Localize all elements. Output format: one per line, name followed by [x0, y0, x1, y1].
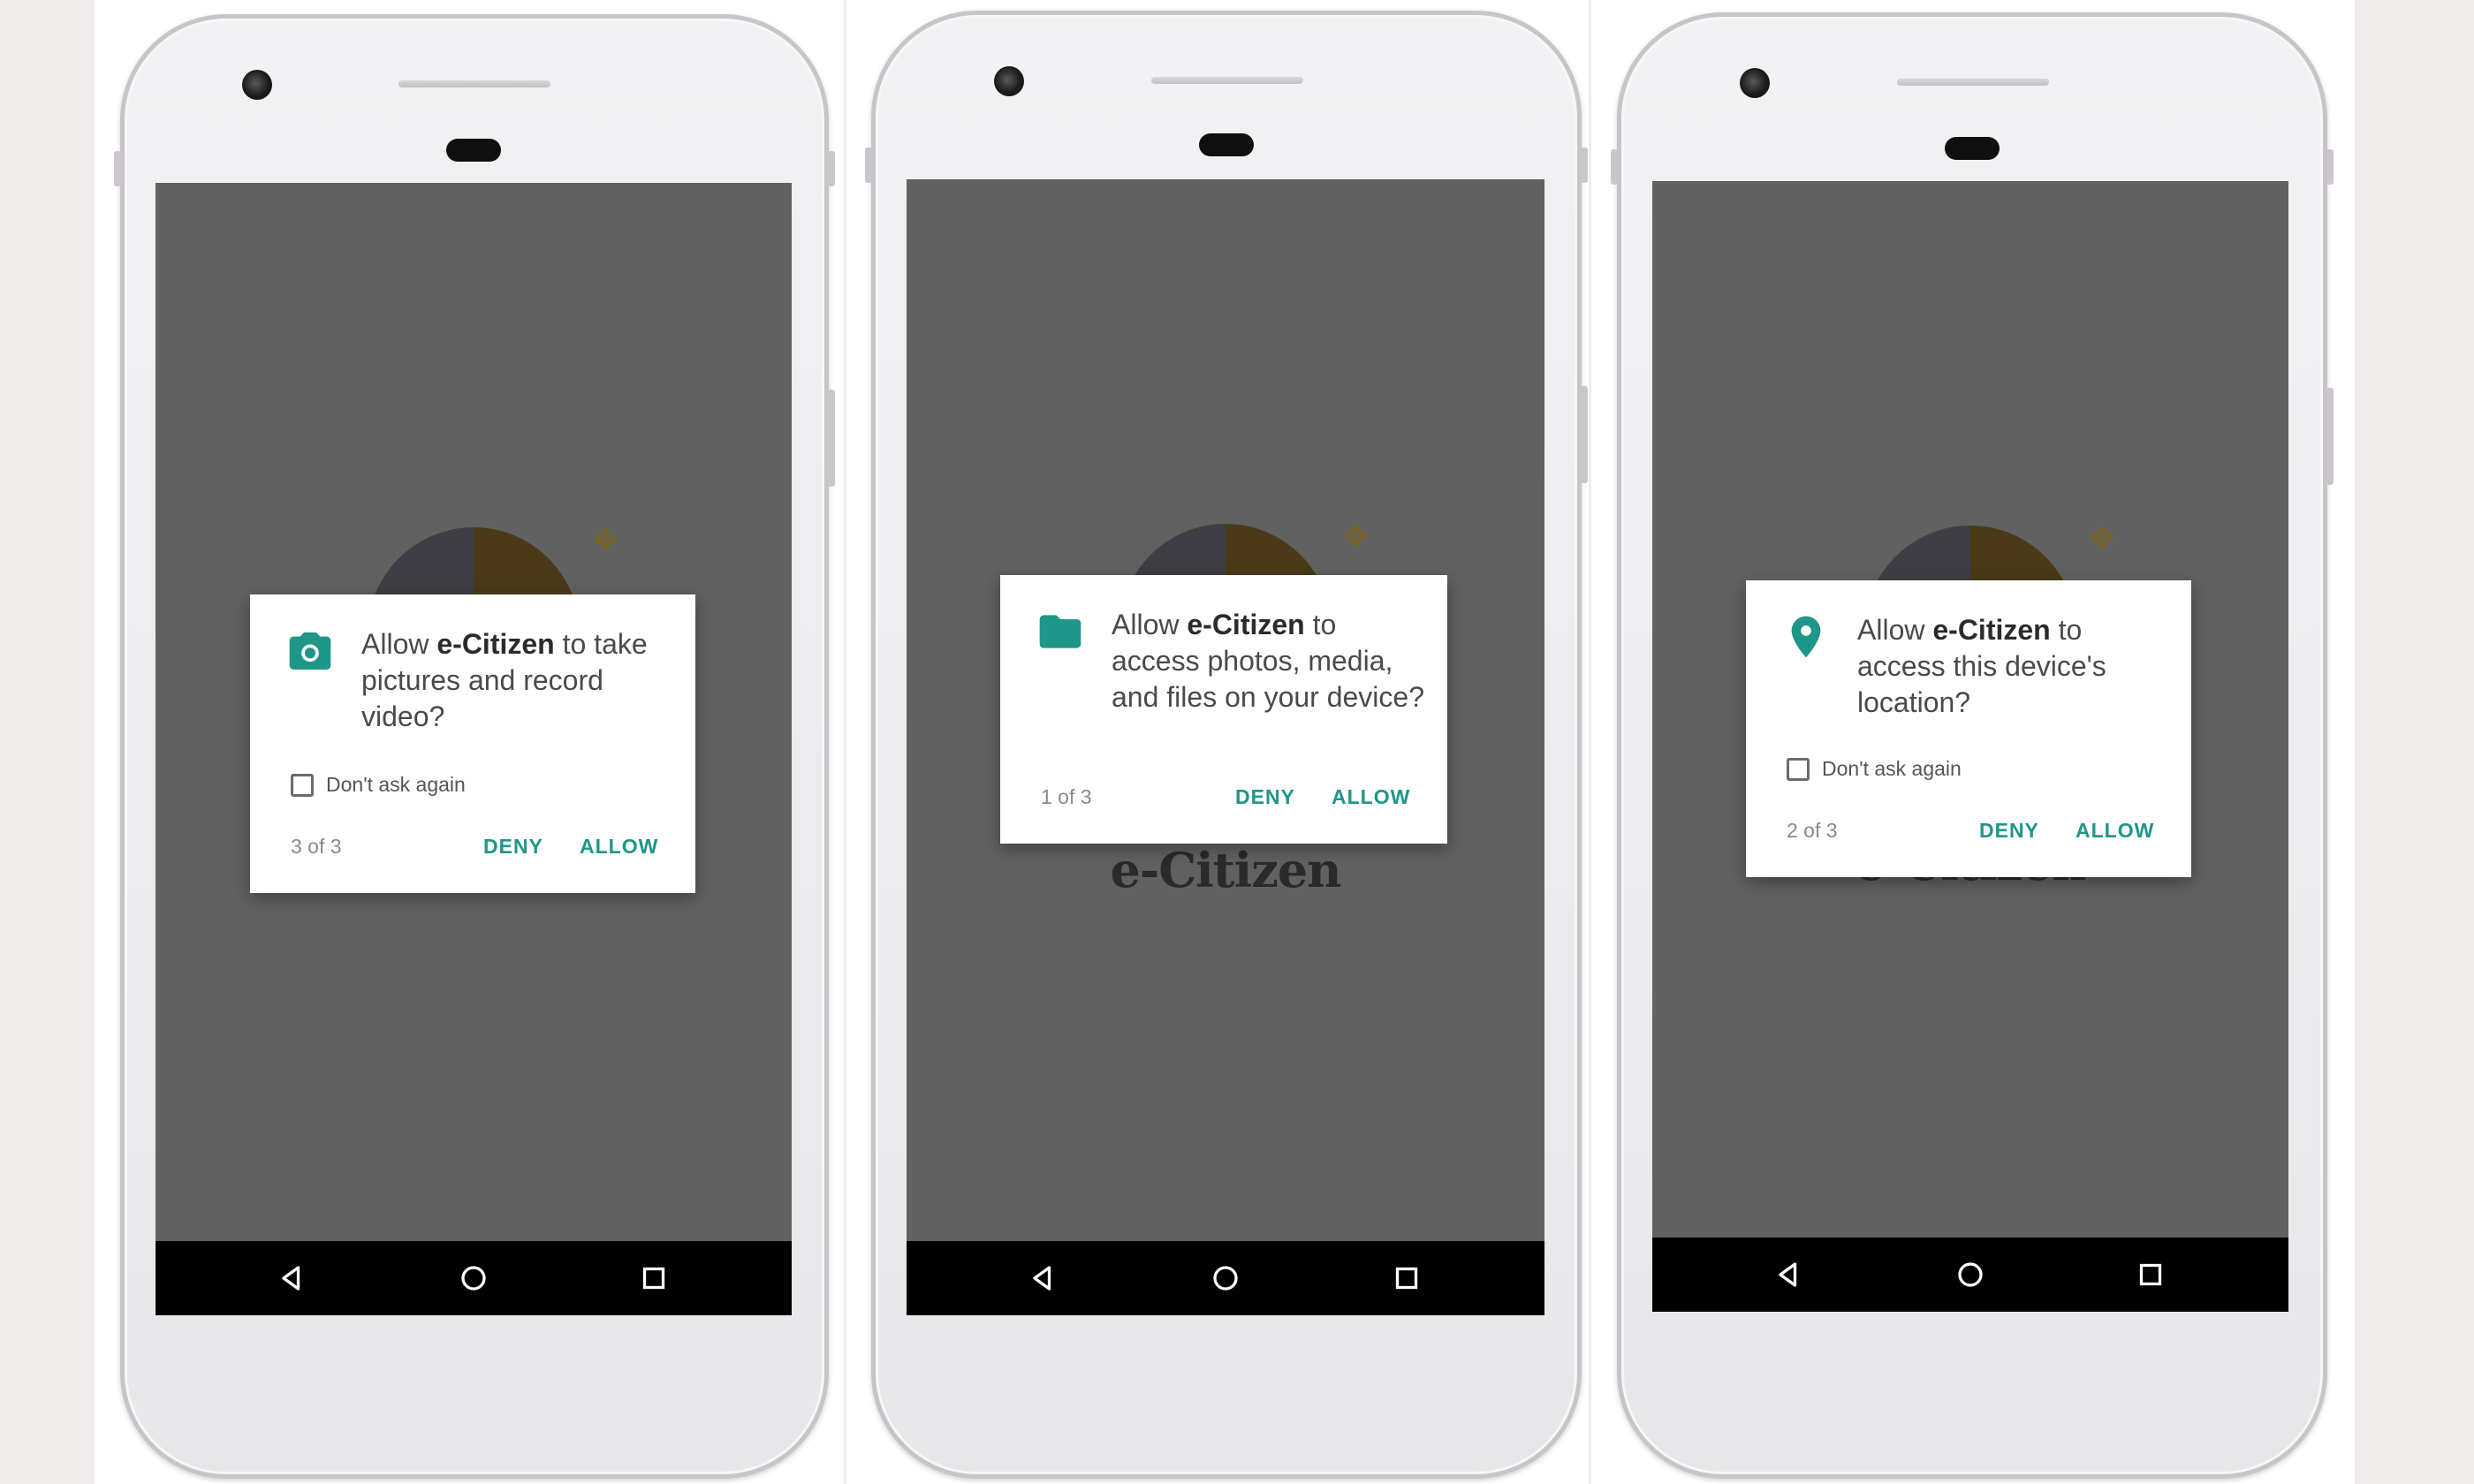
volume-button: [1581, 386, 1588, 483]
navigation-bar: [156, 1241, 792, 1315]
recents-icon[interactable]: [638, 1262, 670, 1294]
power-button: [828, 151, 835, 186]
back-icon[interactable]: [1027, 1262, 1059, 1294]
permission-counter: 3 of 3: [291, 835, 342, 858]
speaker-grille: [1151, 77, 1303, 84]
front-camera-icon: [994, 66, 1024, 96]
deny-button[interactable]: DENY: [1235, 785, 1295, 809]
dont-ask-again-row[interactable]: Don't ask again: [291, 773, 466, 797]
back-icon[interactable]: [276, 1262, 307, 1294]
permission-dialog: Allow e-Citizen to access photos, media,…: [1000, 575, 1447, 844]
deny-button[interactable]: DENY: [483, 835, 543, 859]
screen: ✥ e-Citizen Allow e-Citizen to take pict…: [156, 183, 792, 1315]
location-pin-icon: [1791, 616, 1821, 658]
dialog-message: Allow e-Citizen to access photos, media,…: [1112, 607, 1426, 716]
volume-button: [828, 390, 835, 487]
earpiece-icon: [446, 139, 501, 162]
permission-dialog: Allow e-Citizen to take pictures and rec…: [250, 594, 695, 893]
app-name: e-Citizen: [1187, 609, 1305, 640]
dont-ask-again-label: Don't ask again: [1822, 757, 1962, 780]
phone-frame: ✥ e-Citizen Allow e-Citizen to access ph…: [865, 11, 1588, 1479]
message-prefix: Allow: [1857, 614, 1933, 646]
recents-icon[interactable]: [1391, 1262, 1423, 1294]
allow-button[interactable]: ALLOW: [1332, 785, 1410, 809]
deny-button[interactable]: DENY: [1979, 819, 2039, 843]
home-icon[interactable]: [458, 1262, 489, 1294]
power-button: [2326, 149, 2334, 185]
camera-icon: [289, 632, 331, 670]
front-camera-icon: [1740, 68, 1770, 98]
allow-button[interactable]: ALLOW: [2076, 819, 2154, 843]
screen: ✥ e-Citizen Allow e-Citizen to access th…: [1652, 181, 2288, 1312]
side-button: [865, 148, 872, 183]
side-button: [1611, 149, 1618, 185]
screen: ✥ e-Citizen Allow e-Citizen to access ph…: [907, 179, 1544, 1315]
recents-icon[interactable]: [2135, 1259, 2167, 1291]
dont-ask-again-checkbox[interactable]: [291, 773, 314, 797]
sparkle-icon: ✥: [593, 524, 618, 557]
navigation-bar: [1652, 1238, 2288, 1312]
front-camera-icon: [242, 70, 272, 100]
navigation-bar: [907, 1241, 1544, 1315]
dialog-message: Allow e-Citizen to access this device's …: [1857, 612, 2170, 721]
earpiece-icon: [1199, 133, 1254, 156]
phone-frame: ✥ e-Citizen Allow e-Citizen to access th…: [1611, 12, 2334, 1479]
dont-ask-again-checkbox[interactable]: [1787, 757, 1810, 781]
back-icon[interactable]: [1772, 1259, 1804, 1291]
permission-counter: 1 of 3: [1041, 785, 1092, 808]
message-prefix: Allow: [361, 628, 437, 660]
app-name: e-Citizen: [436, 628, 555, 660]
logo-text: e-Citizen: [1110, 842, 1342, 898]
speaker-grille: [398, 80, 550, 87]
volume-button: [2326, 388, 2334, 485]
speaker-grille: [1897, 79, 2049, 86]
message-prefix: Allow: [1112, 609, 1188, 640]
dont-ask-again-label: Don't ask again: [326, 773, 466, 796]
sparkle-icon: ✥: [1344, 520, 1370, 554]
folder-icon: [1039, 615, 1081, 648]
power-button: [1581, 148, 1588, 183]
dialog-message: Allow e-Citizen to take pictures and rec…: [361, 626, 674, 735]
allow-button[interactable]: ALLOW: [580, 835, 658, 859]
permission-counter: 2 of 3: [1787, 819, 1838, 842]
phone-frame: ✥ e-Citizen Allow e-Citizen to take pict…: [114, 14, 835, 1479]
app-name: e-Citizen: [1932, 614, 2051, 646]
side-button: [114, 151, 121, 186]
sparkle-icon: ✥: [2090, 522, 2115, 556]
home-icon[interactable]: [1210, 1262, 1241, 1294]
permission-dialog: Allow e-Citizen to access this device's …: [1746, 580, 2191, 877]
earpiece-icon: [1945, 137, 2000, 160]
dont-ask-again-row[interactable]: Don't ask again: [1787, 757, 1962, 781]
home-icon[interactable]: [1954, 1259, 1986, 1291]
